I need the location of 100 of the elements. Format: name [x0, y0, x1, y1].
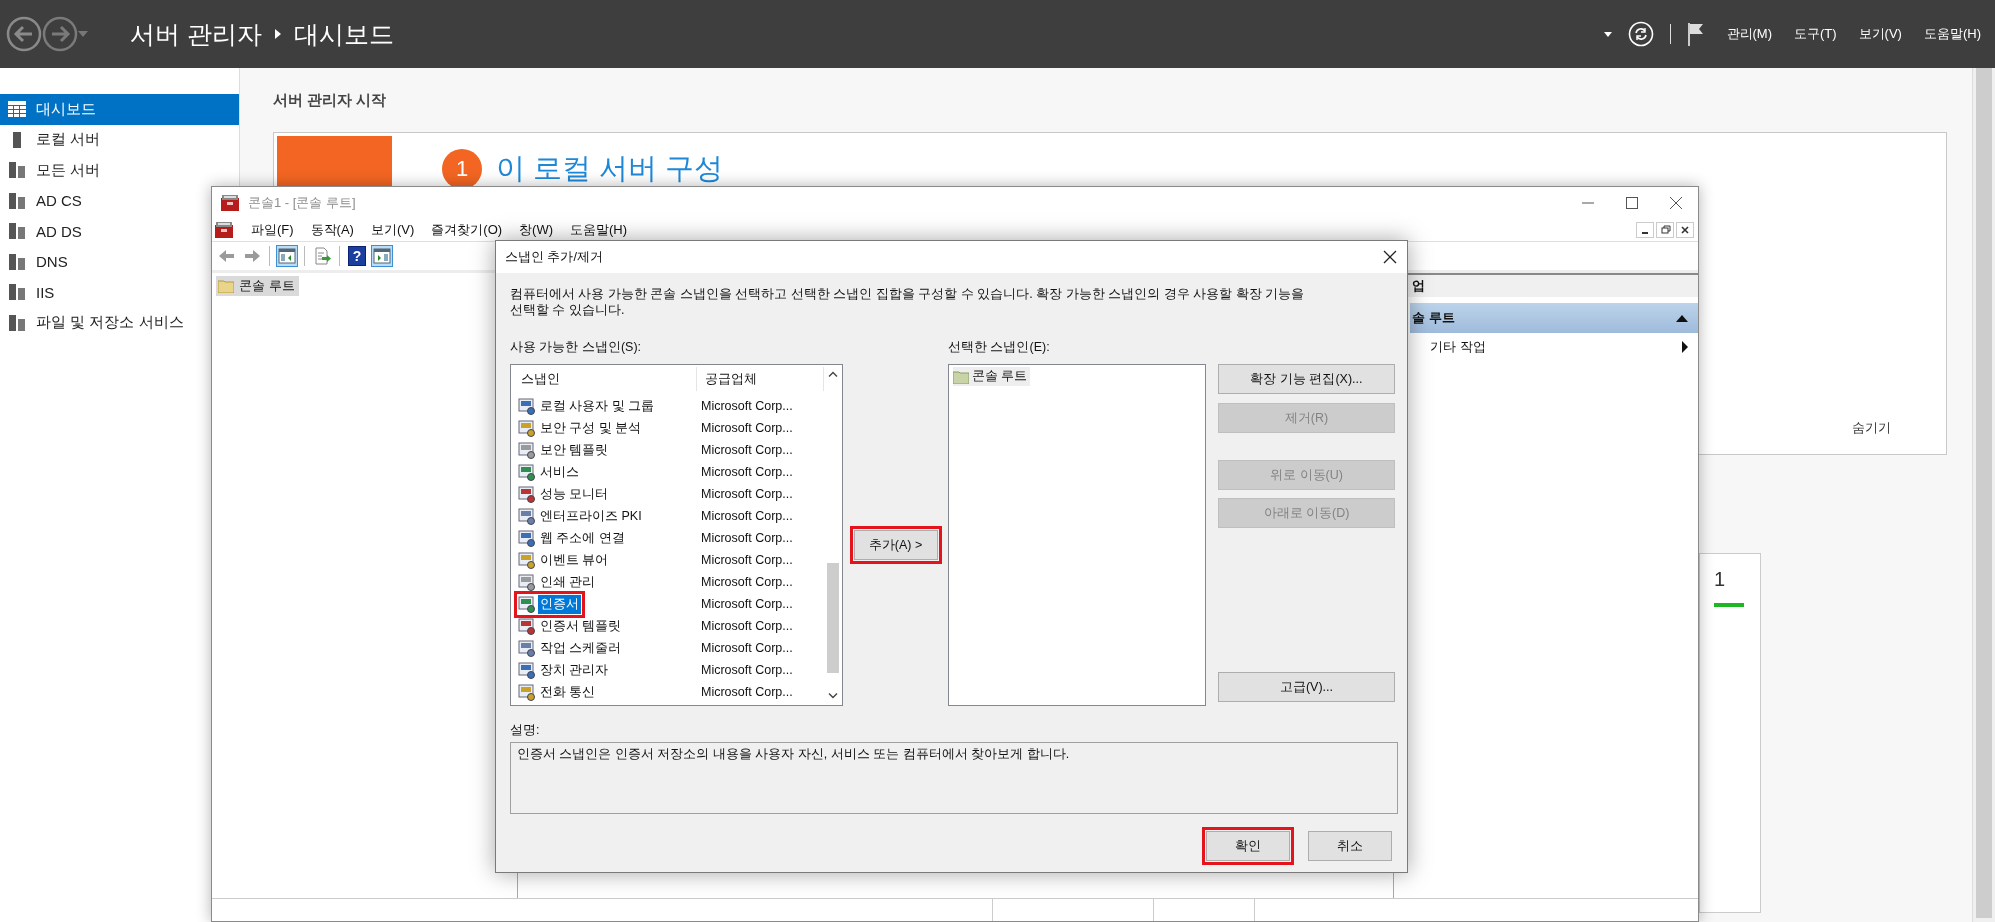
sidebar-item[interactable]: AD DS — [0, 216, 88, 247]
cancel-button[interactable]: 취소 — [1308, 831, 1392, 861]
window-title: 콘솔1 - [콘솔 루트] — [248, 194, 356, 212]
back-icon[interactable] — [6, 16, 42, 52]
sidebar-item[interactable]: 대시보드 — [0, 94, 239, 125]
menu-item[interactable]: 보기(V) — [1858, 25, 1902, 43]
breadcrumb-arrow-icon — [273, 29, 282, 39]
app-title: 서버 관리자 — [130, 18, 262, 50]
snap-in-icon — [518, 397, 536, 415]
menu-item[interactable]: 파일(F) — [251, 221, 294, 239]
description-label: 설명: — [510, 722, 541, 739]
flag-icon[interactable] — [1686, 22, 1705, 46]
forward-icon[interactable] — [42, 16, 78, 52]
snap-in-icon — [518, 683, 536, 701]
snap-in-icon — [518, 617, 536, 635]
menu-item[interactable]: 보기(V) — [370, 221, 415, 239]
snap-in-icon — [518, 595, 536, 613]
vendor-cell-text: Microsoft Corp... — [700, 443, 794, 457]
scrollbar[interactable] — [1972, 68, 1995, 922]
server-icon — [8, 222, 26, 241]
hide-link[interactable]: 숨기기 — [1852, 419, 1891, 437]
tile-count: 1 — [1714, 568, 1726, 591]
snap-in-name[interactable]: 보안 구성 및 분석 — [538, 418, 644, 438]
snap-in-name[interactable]: 이벤트 뷰어 — [538, 550, 611, 570]
step-title[interactable]: 이 로컬 서버 구성 — [496, 149, 724, 189]
snap-in-name[interactable]: 보안 템플릿 — [538, 440, 611, 460]
menu-item[interactable]: 도구(T) — [1794, 25, 1837, 43]
sidebar-item[interactable]: IIS — [0, 277, 61, 308]
scroll-thumb[interactable] — [827, 563, 839, 673]
snap-in-name[interactable]: 웹 주소에 연결 — [538, 528, 627, 548]
list-label: 선택한 스냅인(E): — [948, 339, 1051, 356]
vendor-cell-text: Microsoft Corp... — [700, 663, 794, 677]
snap-in-icon — [518, 507, 536, 525]
snap-in-name[interactable]: 엔터프라이즈 PKI — [538, 506, 644, 526]
snap-in-name[interactable]: 서비스 — [538, 462, 581, 482]
server-icon — [8, 252, 26, 271]
folder-icon — [953, 369, 969, 384]
collapse-icon[interactable] — [1676, 314, 1688, 322]
snap-in-name[interactable]: 인쇄 관리 — [538, 572, 598, 592]
sidebar-item[interactable]: 모든 서버 — [0, 155, 107, 186]
action-pane-button[interactable] — [371, 245, 393, 267]
snap-in-name[interactable]: 인증서 템플릿 — [538, 616, 624, 636]
server-icon — [8, 161, 26, 180]
snap-in-name[interactable]: 장치 관리자 — [538, 660, 611, 680]
vendor-cell-text: Microsoft Corp... — [700, 619, 794, 633]
close-icon[interactable] — [1383, 250, 1397, 264]
menu-item[interactable]: 관리(M) — [1726, 25, 1772, 43]
menu-item[interactable]: 도움말(H) — [570, 221, 628, 239]
snap-in-name[interactable]: 인증서 — [538, 594, 581, 614]
step-number: 1 — [442, 149, 482, 189]
side-button[interactable]: 고급(V)... — [1218, 672, 1395, 702]
toolbox-icon — [214, 221, 234, 239]
ok-button[interactable]: 확인 — [1206, 831, 1290, 861]
vendor-cell-text: Microsoft Corp... — [700, 487, 794, 501]
minimize-icon[interactable] — [1636, 222, 1654, 238]
vendor-cell-text: Microsoft Corp... — [700, 553, 794, 567]
description-box: 인증서 스냅인은 인증서 저장소의 내용을 사용자 자신, 서비스 또는 컴퓨터에서 찾아보게 합니다. — [510, 742, 1398, 814]
list-label: 사용 가능한 스냅인(S): — [510, 339, 643, 356]
menu-item[interactable]: 즐겨찾기(O) — [431, 221, 503, 239]
selected-snap-in[interactable]: 콘솔 루트 — [953, 367, 1031, 386]
action-item[interactable]: 기타 작업 — [1410, 333, 1698, 361]
maximize-icon[interactable] — [1626, 197, 1638, 209]
add-button[interactable]: 추가(A) > — [853, 530, 938, 560]
dropdown-caret-icon[interactable] — [1603, 31, 1612, 37]
vendor-cell-text: Microsoft Corp... — [700, 465, 794, 479]
tree-toggle-button[interactable] — [276, 245, 298, 267]
intro-text: 컴퓨터에서 사용 가능한 콘솔 스냅인을 선택하고 선택한 스냅인 집합을 구성할 수 있습니다. 확장 가능한 스냅인의 경우 사용할 확장 기능을 선택할 수 있습니다. — [510, 286, 1305, 318]
caret-down-icon[interactable] — [78, 31, 88, 37]
snap-in-name[interactable]: 성능 모니터 — [538, 484, 611, 504]
toolbox-icon — [220, 194, 240, 212]
sidebar-item[interactable]: 로컬 서버 — [0, 124, 107, 155]
snap-in-name[interactable]: 전화 통신 — [538, 682, 598, 702]
restore-icon[interactable] — [1656, 222, 1674, 238]
sidebar-item[interactable]: 파일 및 저장소 서비스 — [0, 307, 190, 338]
scroll-down-icon — [828, 693, 838, 699]
vendor-cell-text: Microsoft Corp... — [700, 597, 794, 611]
column-header[interactable]: 스냅인 — [513, 367, 697, 391]
grid-icon — [8, 101, 26, 118]
snap-in-icon — [518, 661, 536, 679]
vendor-cell-text: Microsoft Corp... — [700, 685, 794, 699]
refresh-icon[interactable] — [1627, 21, 1654, 47]
help-button[interactable]: ? — [346, 245, 368, 267]
menu-item[interactable]: 창(W) — [519, 221, 553, 239]
sidebar-item[interactable]: DNS — [0, 246, 74, 277]
actions-section-header[interactable]: 솔 루트 — [1410, 303, 1698, 333]
breadcrumb: 대시보드 — [293, 18, 394, 50]
server-icon — [8, 191, 26, 210]
snap-in-icon — [518, 419, 536, 437]
close-icon[interactable] — [1670, 197, 1682, 209]
tree-node[interactable]: 콘솔 루트 — [216, 276, 299, 296]
vendor-cell-text: Microsoft Corp... — [700, 641, 794, 655]
snap-in-name[interactable]: 로컬 사용자 및 그룹 — [538, 396, 657, 416]
sidebar-item[interactable]: AD CS — [0, 185, 88, 216]
edit-extensions-button[interactable]: 확장 기능 편집(X)... — [1218, 364, 1395, 394]
vendor-cell-text: Microsoft Corp... — [700, 575, 794, 589]
menu-item[interactable]: 도움말(H) — [1923, 25, 1981, 43]
menu-item[interactable]: 동작(A) — [310, 221, 354, 239]
snap-in-icon — [518, 639, 536, 657]
snap-in-name[interactable]: 작업 스케줄러 — [538, 638, 624, 658]
column-header[interactable]: 공급업체 — [697, 367, 824, 391]
